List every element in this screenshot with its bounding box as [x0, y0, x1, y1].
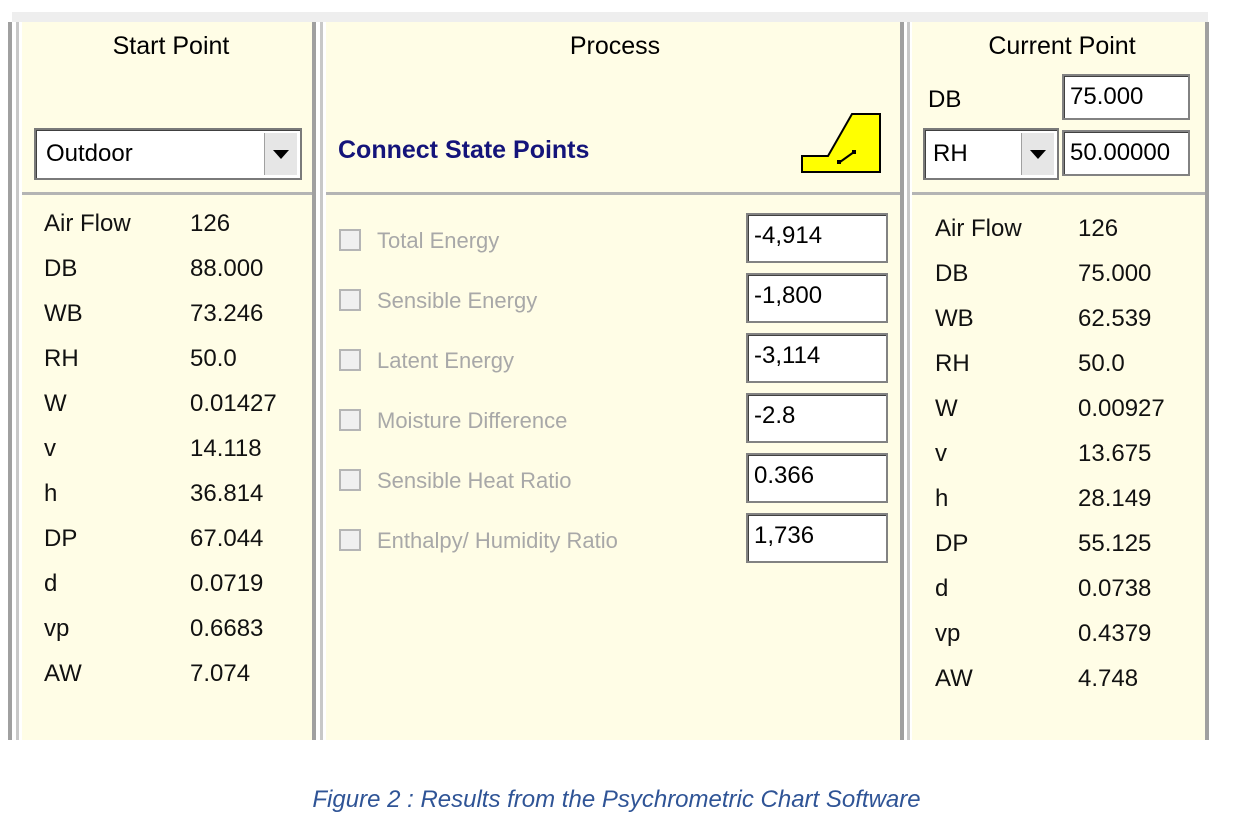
current-property-label: v — [935, 440, 947, 467]
current-property-label: AW — [935, 665, 973, 692]
start-property-value: 0.6683 — [190, 615, 264, 642]
chevron-down-icon — [1030, 149, 1046, 159]
current-property-value: 62.539 — [1078, 305, 1152, 332]
current-point-title: Current Point — [988, 32, 1136, 60]
start-point-select[interactable]: Outdoor — [34, 128, 302, 180]
total-energy-checkbox[interactable] — [339, 229, 361, 251]
enthalpy-humidity-ratio-field[interactable]: 1,736 — [746, 513, 888, 563]
start-property-value: 50.0 — [190, 345, 237, 372]
current-db-label: DB — [928, 86, 962, 113]
current-property-value: 55.125 — [1078, 530, 1152, 557]
start-property-value: 0.01427 — [190, 390, 277, 417]
current-rh-input[interactable]: 50.00000 — [1062, 130, 1190, 176]
current-property-value: 28.149 — [1078, 485, 1152, 512]
start-point-divider — [22, 192, 312, 195]
separator-process-current[interactable] — [900, 22, 904, 740]
latent-energy-checkbox[interactable] — [339, 349, 361, 371]
current-db-input[interactable]: 75.000 — [1062, 74, 1190, 120]
start-property-value: 36.814 — [190, 480, 264, 507]
current-property-label: DP — [935, 530, 969, 557]
start-property-label: Air Flow — [44, 210, 131, 237]
current-second-property-select[interactable]: RH — [923, 128, 1059, 180]
latent-energy-label: Latent Energy — [377, 348, 514, 373]
connect-state-points-icon — [801, 113, 881, 173]
left-border-inner — [16, 22, 19, 740]
current-property-value: 0.00927 — [1078, 395, 1165, 422]
current-property-value: 50.0 — [1078, 350, 1125, 377]
process-title: Process — [569, 32, 661, 60]
enthalpy-humidity-ratio-checkbox[interactable] — [339, 529, 361, 551]
connect-state-points-button[interactable] — [800, 112, 882, 174]
current-second-property-value: RH — [933, 140, 968, 167]
start-property-label: AW — [44, 660, 82, 687]
connect-state-points-label: Connect State Points — [338, 136, 590, 164]
sensible-heat-ratio-label: Sensible Heat Ratio — [377, 468, 572, 493]
start-property-label: DP — [44, 525, 78, 552]
moisture-difference-label: Moisture Difference — [377, 408, 568, 433]
current-point-divider — [912, 192, 1205, 195]
start-property-label: vp — [44, 615, 70, 642]
sensible-heat-ratio-field[interactable]: 0.366 — [746, 453, 888, 503]
enthalpy-humidity-ratio-label: Enthalpy/ Humidity Ratio — [377, 528, 618, 553]
current-property-label: WB — [935, 305, 974, 332]
current-property-value: 0.0738 — [1078, 575, 1152, 602]
start-property-value: 88.000 — [190, 255, 264, 282]
start-property-label: RH — [44, 345, 79, 372]
current-property-value: 4.748 — [1078, 665, 1139, 692]
current-property-label: h — [935, 485, 949, 512]
start-property-value: 73.246 — [190, 300, 264, 327]
moisture-difference-checkbox[interactable] — [339, 409, 361, 431]
current-property-label: vp — [935, 620, 961, 647]
start-property-value: 7.074 — [190, 660, 251, 687]
start-property-label: v — [44, 435, 56, 462]
latent-energy-field[interactable]: -3,114 — [746, 333, 888, 383]
sensible-heat-ratio-checkbox[interactable] — [339, 469, 361, 491]
start-property-label: d — [44, 570, 58, 597]
current-property-label: d — [935, 575, 949, 602]
current-property-value: 13.675 — [1078, 440, 1152, 467]
start-point-dropdown-button[interactable] — [264, 133, 297, 175]
start-property-value: 14.118 — [190, 435, 262, 462]
start-property-label: W — [44, 390, 67, 417]
current-property-label: Air Flow — [935, 215, 1022, 242]
process-divider — [326, 192, 900, 195]
current-property-label: W — [935, 395, 958, 422]
psychrometric-results-window: Start Point Process Current Point Outdoo… — [0, 0, 1233, 826]
start-property-label: WB — [44, 300, 83, 327]
left-border — [8, 22, 12, 740]
current-property-value: 75.000 — [1078, 260, 1152, 287]
start-point-select-value: Outdoor — [46, 140, 133, 167]
figure-caption: Figure 2 : Results from the Psychrometri… — [312, 786, 921, 813]
sensible-energy-label: Sensible Energy — [377, 288, 538, 313]
top-strip — [12, 12, 1208, 22]
chevron-down-icon — [273, 149, 289, 159]
separator-start-process[interactable] — [312, 22, 316, 740]
current-property-value: 0.4379 — [1078, 620, 1152, 647]
current-property-value: 126 — [1078, 215, 1119, 242]
start-property-value: 67.044 — [190, 525, 264, 552]
start-point-title: Start Point — [112, 32, 230, 60]
start-property-label: h — [44, 480, 58, 507]
moisture-difference-field[interactable]: -2.8 — [746, 393, 888, 443]
total-energy-label: Total Energy — [377, 228, 500, 253]
current-property-label: DB — [935, 260, 969, 287]
start-property-label: DB — [44, 255, 78, 282]
start-property-value: 0.0719 — [190, 570, 264, 597]
right-border — [1205, 22, 1209, 740]
separator-process-current-inner — [907, 22, 910, 740]
current-property-label: RH — [935, 350, 970, 377]
total-energy-field[interactable]: -4,914 — [746, 213, 888, 263]
start-property-value: 126 — [190, 210, 231, 237]
sensible-energy-checkbox[interactable] — [339, 289, 361, 311]
separator-start-process-inner — [320, 22, 323, 740]
current-second-property-dropdown-button[interactable] — [1021, 133, 1054, 175]
sensible-energy-field[interactable]: -1,800 — [746, 273, 888, 323]
